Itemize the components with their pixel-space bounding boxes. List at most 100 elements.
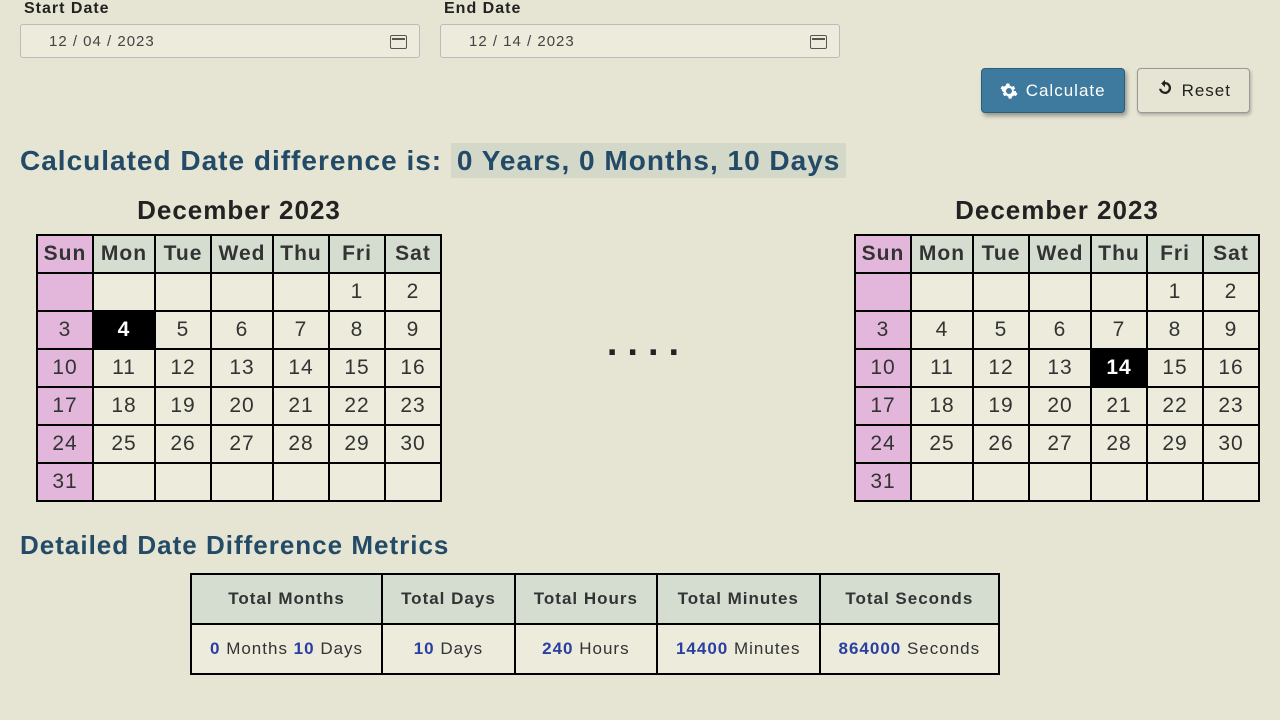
calendar-day-cell[interactable]: 31 — [37, 463, 93, 501]
calendar-day-cell[interactable]: 20 — [1029, 387, 1091, 425]
start-date-label: Start Date — [24, 0, 420, 18]
calendar-day-cell[interactable]: 22 — [329, 387, 385, 425]
calendar-day-cell[interactable]: 23 — [1203, 387, 1259, 425]
calendar-day-cell[interactable]: 25 — [911, 425, 973, 463]
calendar-day-cell[interactable]: 27 — [1029, 425, 1091, 463]
calendar-day-header: Thu — [1091, 235, 1147, 273]
calendar-day-cell[interactable]: 26 — [973, 425, 1029, 463]
calendar-day-cell[interactable]: 4 — [911, 311, 973, 349]
calendar-icon[interactable] — [390, 33, 407, 49]
calendar-day-cell[interactable]: 2 — [1203, 273, 1259, 311]
end-calendar: December 2023 SunMonTueWedThuFriSat12345… — [854, 195, 1260, 502]
calendar-day-cell[interactable]: 28 — [273, 425, 329, 463]
calendar-day-cell — [211, 273, 273, 311]
calendar-day-header: Sun — [37, 235, 93, 273]
calendar-day-header: Fri — [1147, 235, 1203, 273]
calendar-day-cell[interactable]: 28 — [1091, 425, 1147, 463]
calendar-day-cell — [1203, 463, 1259, 501]
calendar-day-cell[interactable]: 17 — [855, 387, 911, 425]
calendar-day-cell[interactable]: 11 — [93, 349, 155, 387]
calendar-day-cell[interactable]: 14 — [1091, 349, 1147, 387]
calendar-day-cell[interactable]: 16 — [385, 349, 441, 387]
calendar-day-cell[interactable]: 29 — [329, 425, 385, 463]
calendar-day-cell[interactable]: 15 — [329, 349, 385, 387]
calendar-day-cell[interactable]: 18 — [93, 387, 155, 425]
calendar-day-cell — [973, 273, 1029, 311]
calendar-day-cell — [973, 463, 1029, 501]
calendar-day-cell[interactable]: 8 — [329, 311, 385, 349]
calendar-day-cell[interactable]: 19 — [155, 387, 211, 425]
calendar-day-cell[interactable]: 9 — [385, 311, 441, 349]
calendar-day-cell[interactable]: 7 — [273, 311, 329, 349]
metrics-cell: 240 Hours — [515, 624, 657, 674]
calendar-day-cell — [1029, 463, 1091, 501]
metrics-col-header: Total Months — [191, 574, 382, 624]
gear-icon — [1000, 82, 1018, 100]
start-date-value: 12 / 04 / 2023 — [49, 33, 155, 50]
calendar-day-cell[interactable]: 21 — [273, 387, 329, 425]
calendar-day-cell[interactable]: 25 — [93, 425, 155, 463]
calendar-day-cell[interactable]: 9 — [1203, 311, 1259, 349]
calendar-day-cell — [93, 273, 155, 311]
calendar-day-cell[interactable]: 14 — [273, 349, 329, 387]
calendar-day-cell[interactable]: 11 — [911, 349, 973, 387]
calendar-day-cell[interactable]: 23 — [385, 387, 441, 425]
reset-button[interactable]: Reset — [1137, 68, 1250, 113]
result-value: 0 Years, 0 Months, 10 Days — [451, 143, 846, 178]
calendar-day-cell[interactable]: 10 — [37, 349, 93, 387]
calendar-day-cell[interactable]: 26 — [155, 425, 211, 463]
calendar-day-cell[interactable]: 24 — [855, 425, 911, 463]
calendar-day-cell[interactable]: 16 — [1203, 349, 1259, 387]
calendar-day-cell[interactable]: 22 — [1147, 387, 1203, 425]
calendar-day-cell[interactable]: 12 — [973, 349, 1029, 387]
calendar-day-cell[interactable]: 31 — [855, 463, 911, 501]
calendar-day-cell[interactable]: 8 — [1147, 311, 1203, 349]
start-date-input[interactable]: 12 / 04 / 2023 — [20, 24, 420, 58]
calendar-day-cell — [911, 273, 973, 311]
calendar-day-cell[interactable]: 13 — [1029, 349, 1091, 387]
calendar-day-cell[interactable]: 1 — [329, 273, 385, 311]
calendar-day-cell[interactable]: 4 — [93, 311, 155, 349]
calendar-day-cell[interactable]: 5 — [973, 311, 1029, 349]
calendar-day-cell[interactable]: 3 — [37, 311, 93, 349]
metrics-col-header: Total Seconds — [820, 574, 1000, 624]
calendar-day-header: Sat — [1203, 235, 1259, 273]
calendar-day-cell — [1091, 273, 1147, 311]
calendar-day-cell[interactable]: 7 — [1091, 311, 1147, 349]
calendar-day-cell[interactable]: 19 — [973, 387, 1029, 425]
end-date-input[interactable]: 12 / 14 / 2023 — [440, 24, 840, 58]
calendar-day-cell[interactable]: 17 — [37, 387, 93, 425]
calendar-day-cell[interactable]: 6 — [1029, 311, 1091, 349]
refresh-icon — [1156, 79, 1174, 102]
calendar-day-cell[interactable]: 15 — [1147, 349, 1203, 387]
metrics-col-header: Total Hours — [515, 574, 657, 624]
calendar-day-cell[interactable]: 18 — [911, 387, 973, 425]
metrics-cell: 864000 Seconds — [820, 624, 1000, 674]
calendar-day-cell[interactable]: 13 — [211, 349, 273, 387]
calendar-day-cell[interactable]: 30 — [385, 425, 441, 463]
calendar-day-cell[interactable]: 10 — [855, 349, 911, 387]
calendar-day-cell[interactable]: 30 — [1203, 425, 1259, 463]
reset-label: Reset — [1182, 81, 1231, 101]
calendar-day-cell[interactable]: 24 — [37, 425, 93, 463]
calculate-button[interactable]: Calculate — [981, 68, 1125, 113]
calendar-day-cell[interactable]: 21 — [1091, 387, 1147, 425]
metrics-col-header: Total Minutes — [657, 574, 820, 624]
calendar-day-cell — [1147, 463, 1203, 501]
calendar-day-cell[interactable]: 29 — [1147, 425, 1203, 463]
calendar-day-cell[interactable]: 2 — [385, 273, 441, 311]
calendar-day-cell[interactable]: 1 — [1147, 273, 1203, 311]
calendar-day-cell[interactable]: 6 — [211, 311, 273, 349]
calendar-day-cell[interactable]: 20 — [211, 387, 273, 425]
calendar-day-cell[interactable]: 27 — [211, 425, 273, 463]
calendar-day-cell — [155, 273, 211, 311]
end-calendar-title: December 2023 — [854, 195, 1260, 226]
calendar-icon[interactable] — [810, 33, 827, 49]
calendar-day-header: Thu — [273, 235, 329, 273]
calendar-day-cell — [855, 273, 911, 311]
calendar-day-cell[interactable]: 12 — [155, 349, 211, 387]
calendar-day-cell[interactable]: 5 — [155, 311, 211, 349]
calendar-day-cell[interactable]: 3 — [855, 311, 911, 349]
calendar-day-header: Tue — [155, 235, 211, 273]
calendar-day-header: Wed — [211, 235, 273, 273]
